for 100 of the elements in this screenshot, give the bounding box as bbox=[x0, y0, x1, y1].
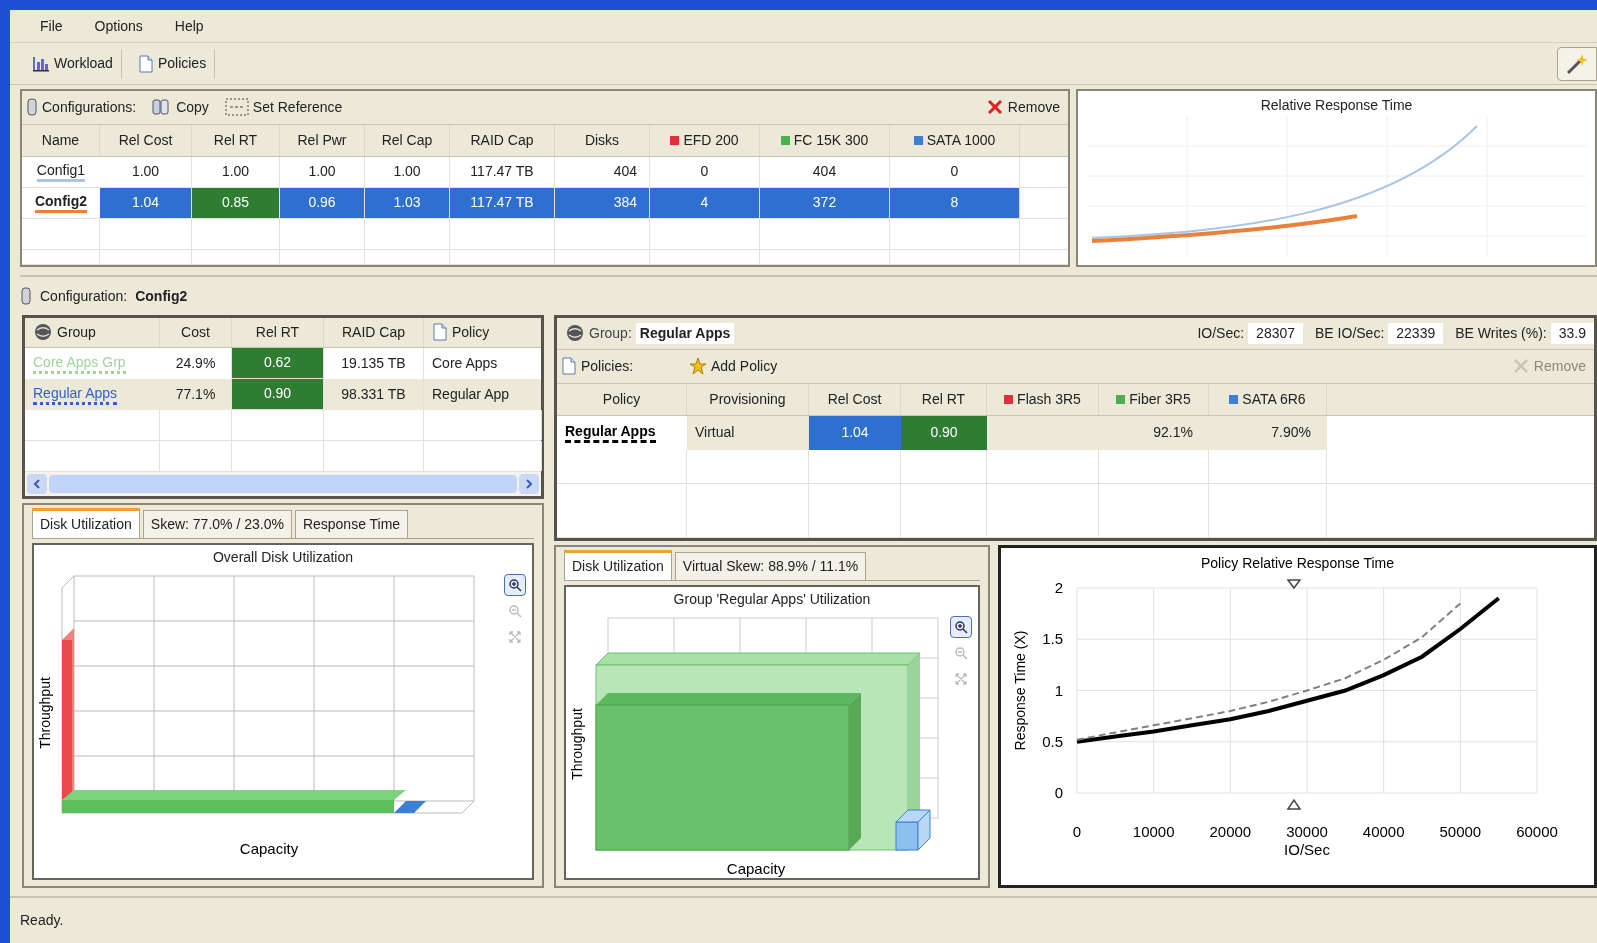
tab[interactable]: Virtual Skew: 88.9% / 11.1% bbox=[674, 551, 867, 580]
document-icon bbox=[137, 54, 154, 73]
document-icon bbox=[561, 357, 577, 376]
cylinder-icon bbox=[20, 286, 32, 307]
column-header: FC 15K 300 bbox=[793, 130, 869, 150]
zoom-out-icon bbox=[954, 645, 968, 660]
table-cell: 0.90 bbox=[232, 378, 324, 410]
remove-icon bbox=[985, 98, 1004, 117]
table-cell: Regular App bbox=[424, 378, 541, 410]
table-cell: 0.90 bbox=[901, 415, 987, 450]
table-cell: Core Apps bbox=[424, 347, 541, 379]
tick-label: 20000 bbox=[1209, 822, 1252, 840]
chart-title: Policy Relative Response Time bbox=[1201, 554, 1394, 571]
table-cell: 384 bbox=[555, 187, 650, 218]
tick-label: 40000 bbox=[1362, 822, 1405, 840]
group-name-field: Regular Apps bbox=[635, 322, 735, 344]
wand-button[interactable] bbox=[1557, 46, 1597, 81]
zoom-in-button[interactable] bbox=[950, 615, 972, 638]
zoom-in-button[interactable] bbox=[504, 573, 526, 596]
table-row[interactable]: Config1 1.00 1.00 1.00 1.00 117.47 TB 404 0 404 0 bbox=[22, 156, 1068, 188]
config-name[interactable]: Config1 bbox=[36, 161, 86, 183]
stat-value: 33.9 bbox=[1550, 322, 1594, 344]
table-cell: 1.04 bbox=[100, 187, 192, 218]
scroll-right-button[interactable] bbox=[519, 473, 539, 494]
column-header: Policy bbox=[452, 322, 490, 342]
column-header: Flash 3R5 bbox=[1017, 389, 1081, 409]
tab[interactable]: Response Time bbox=[294, 509, 409, 538]
fit-icon bbox=[954, 671, 968, 686]
zoom-in-icon bbox=[508, 577, 522, 592]
tick-label: 30000 bbox=[1286, 822, 1328, 840]
marker-down-icon[interactable] bbox=[1286, 579, 1302, 590]
tick-label: 50000 bbox=[1439, 822, 1482, 840]
menu-item[interactable]: Help bbox=[170, 15, 208, 37]
axis-label: IO/Sec bbox=[1284, 840, 1330, 858]
column-header: Group bbox=[57, 322, 96, 342]
column-header: Name bbox=[41, 130, 80, 150]
field-label: BE IO/Sec: bbox=[1315, 323, 1385, 343]
table-cell: 98.331 TB bbox=[324, 378, 424, 410]
tick-label: 60000 bbox=[1516, 822, 1558, 840]
table-cell-text: 7.90% bbox=[1270, 423, 1312, 443]
table-row[interactable]: Config2 1.04 0.85 0.96 1.03 117.47 TB 384 4 372 8 bbox=[22, 187, 1068, 219]
column-header: SATA 1000 bbox=[926, 130, 996, 150]
tick-label: 0 bbox=[1072, 822, 1082, 840]
axis-label: Throughput bbox=[569, 708, 585, 780]
chart-title: Overall Disk Utilization bbox=[212, 547, 353, 567]
chart-title: Group 'Regular Apps' Utilization bbox=[673, 589, 871, 609]
menu-item[interactable]: Options bbox=[90, 15, 147, 37]
table-cell: 0.62 bbox=[232, 347, 324, 379]
zoom-out-icon bbox=[508, 603, 522, 618]
column-header: Rel RT bbox=[255, 322, 300, 342]
axis-label: Throughput bbox=[37, 677, 53, 749]
scroll-left-button[interactable] bbox=[27, 473, 47, 494]
tab[interactable]: Disk Utilization bbox=[32, 507, 140, 538]
chevron-right-icon bbox=[525, 478, 533, 489]
column-header: EFD 200 bbox=[683, 130, 739, 150]
globe-icon bbox=[565, 324, 585, 343]
table-cell: 1.03 bbox=[365, 187, 450, 218]
status-text: Ready. bbox=[20, 910, 64, 930]
tab[interactable]: Disk Utilization bbox=[564, 549, 672, 580]
stat-value: 22339 bbox=[1388, 322, 1444, 344]
axis-label: Capacity bbox=[239, 839, 299, 857]
zoom-in-icon bbox=[954, 619, 968, 634]
column-header: Rel Cap bbox=[381, 130, 433, 150]
toolbar-button[interactable]: Policies bbox=[129, 48, 216, 79]
toolbar-button[interactable]: Workload bbox=[24, 48, 122, 79]
field-label: BE Writes (%): bbox=[1455, 323, 1547, 343]
toolbar-button[interactable]: Remove bbox=[977, 93, 1068, 122]
menu-item[interactable]: File bbox=[36, 15, 67, 37]
toolbar-button[interactable]: Add Policy bbox=[681, 352, 786, 381]
table-cell: 117.47 TB bbox=[450, 187, 555, 218]
section-label: Configuration: bbox=[40, 286, 128, 306]
tab[interactable]: Skew: 77.0% / 23.0% bbox=[142, 509, 292, 538]
toolbar-button[interactable]: Copy bbox=[144, 93, 217, 122]
group-name[interactable]: Regular Apps bbox=[33, 383, 118, 405]
column-header: Provisioning bbox=[709, 389, 786, 409]
configuration-name: Config2 bbox=[135, 286, 188, 306]
tick-label: 10000 bbox=[1132, 822, 1175, 840]
column-header: Rel RT bbox=[921, 389, 966, 409]
scrollbar-thumb[interactable] bbox=[49, 474, 517, 493]
tick-label: 0 bbox=[1054, 783, 1063, 801]
column-header: SATA 6R6 bbox=[1242, 389, 1306, 409]
globe-icon bbox=[33, 323, 53, 342]
toolbar-label: Configurations: bbox=[42, 97, 137, 117]
axis-label: Capacity bbox=[726, 859, 786, 877]
table-cell-text: 92.1% bbox=[1152, 423, 1194, 443]
column-header: Rel RT bbox=[213, 130, 258, 150]
column-header: Disks bbox=[584, 130, 620, 150]
column-header: Rel Cost bbox=[827, 389, 882, 409]
table-row[interactable]: Regular Apps Virtual 1.04 0.90 92.1% 7.90% bbox=[557, 415, 1594, 450]
table-row[interactable]: Regular Apps 77.1% 0.90 98.331 TB Regular App bbox=[25, 378, 541, 410]
table-cell: 4 bbox=[650, 187, 760, 218]
fit-icon bbox=[508, 629, 522, 644]
toolbar-button[interactable]: Set Reference bbox=[216, 93, 351, 122]
column-header: Rel Cost bbox=[118, 130, 173, 150]
tick-label: 0.5 bbox=[1042, 732, 1063, 750]
config-name[interactable]: Config2 bbox=[34, 192, 88, 214]
column-header: Cost bbox=[181, 322, 210, 342]
table-cell: 0.96 bbox=[280, 187, 365, 218]
table-cell: 8 bbox=[890, 187, 1020, 218]
marker-up-icon[interactable] bbox=[1286, 798, 1302, 810]
